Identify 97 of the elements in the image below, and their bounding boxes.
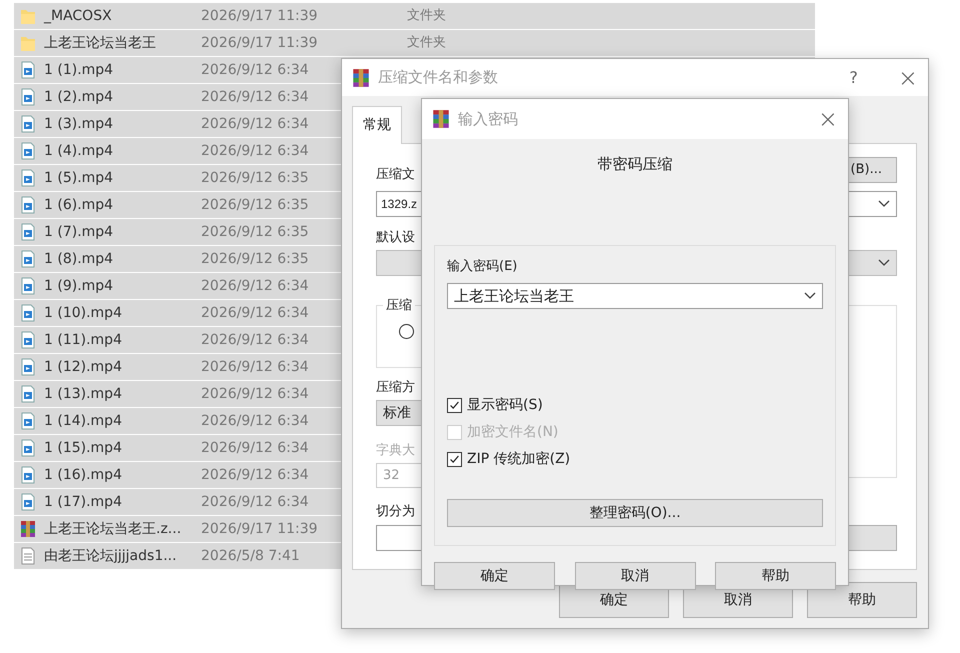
field-label: 压缩文 [376,167,415,183]
checkbox-label: ZIP 传统加密(Z) [467,450,570,469]
video-file-icon [20,385,36,403]
window-title: 输入密码 [458,108,518,130]
video-file-icon [20,88,36,106]
organize-button[interactable]: 整理密码(O)... [447,499,823,527]
file-date: 2026/9/17 11:39 [201,520,318,536]
file-name: 1 (1).mp4 [44,60,114,80]
video-file-icon [20,61,36,79]
file-date: 2026/9/12 6:35 [201,170,309,186]
video-file-icon [20,115,36,133]
window-title: 压缩文件名和参数 [378,67,498,88]
file-name: 1 (7).mp4 [44,222,114,242]
file-date: 2026/9/12 6:34 [201,62,309,78]
video-file-icon [20,358,36,376]
file-name: _MACOSX [44,6,113,26]
file-row[interactable]: _MACOSX 2026/9/17 11:39 文件夹 [14,3,815,30]
video-file-icon [20,331,36,349]
field-label: 默认设 [376,230,415,246]
file-date: 2026/9/12 6:34 [201,304,309,320]
archive-icon [432,109,450,129]
dialog-button[interactable]: 取消 [574,562,696,590]
file-date: 2026/9/12 6:34 [201,142,309,158]
file-date: 2026/9/12 6:34 [201,358,309,374]
text-file-icon [20,547,36,565]
chevron-down-icon [878,259,890,267]
chevron-down-icon [804,292,816,300]
close-button[interactable]: × [898,66,918,90]
tab[interactable]: 常规 [352,106,402,144]
file-name: 1 (14).mp4 [44,412,123,430]
checkbox-label: 显示密码(S) [467,396,543,415]
video-file-icon [20,169,36,187]
archive-icon [20,520,36,538]
file-name: 1 (4).mp4 [44,142,114,160]
file-date: 2026/9/12 6:34 [201,332,309,348]
field-label: 压缩方 [376,380,415,396]
file-date: 2026/9/12 6:34 [201,412,309,428]
file-date: 2026/9/12 6:34 [201,466,309,482]
video-file-icon [20,277,36,295]
chevron-down-icon [878,200,890,208]
file-name: 1 (6).mp4 [44,196,114,214]
file-name: 1 (9).mp4 [44,276,114,296]
video-file-icon [20,466,36,484]
field-label: 切分为 [376,504,415,520]
file-date: 2026/9/12 6:34 [201,386,309,402]
dialog-button[interactable]: 帮助 [715,562,836,590]
file-name: 1 (15).mp4 [44,438,123,458]
video-file-icon [20,304,36,322]
file-name: 上老王论坛当老王 [44,34,157,52]
dialog-heading: 带密码压缩 [596,155,674,173]
file-date: 2026/9/17 11:39 [201,34,318,50]
file-date: 2026/9/12 6:34 [201,440,309,456]
file-date: 2026/9/12 6:34 [201,494,309,510]
file-name: 1 (11).mp4 [44,330,123,350]
video-file-icon [20,196,36,214]
file-name: 上老王论坛当老王.z... [44,520,182,538]
checkbox[interactable] [447,452,462,467]
dialog-button[interactable]: 确定 [434,562,555,590]
file-type: 文件夹 [407,34,446,52]
checkbox[interactable] [447,398,462,413]
file-type: 文件夹 [407,7,446,26]
video-file-icon [20,493,36,511]
file-date: 2026/9/12 6:34 [201,88,309,104]
archive-icon [352,68,370,88]
file-name: 1 (2).mp4 [44,88,114,106]
dialog-button[interactable]: 帮助 [807,582,917,618]
file-date: 2026/9/12 6:35 [201,224,309,240]
file-name: 1 (10).mp4 [44,304,123,322]
file-row[interactable]: 上老王论坛当老王 2026/9/17 11:39 文件夹 [14,30,815,57]
file-name: 1 (3).mp4 [44,114,114,134]
password-field[interactable]: 上老王论坛当老王 [447,283,823,309]
video-file-icon [20,223,36,241]
field-label: 输入密码(E) [447,259,518,275]
video-file-icon [20,250,36,268]
file-name: 由老王论坛jjjjads1... [44,546,178,566]
file-date: 2026/9/12 6:35 [201,250,309,266]
file-date: 2026/9/12 6:34 [201,116,309,132]
file-name: 1 (13).mp4 [44,384,123,404]
close-button[interactable]: × [818,107,838,131]
file-name: 1 (16).mp4 [44,466,123,484]
file-name: 1 (17).mp4 [44,492,123,512]
help-button[interactable]: ? [849,66,858,90]
file-date: 2026/9/12 6:35 [201,196,309,212]
file-date: 2026/9/17 11:39 [201,8,318,24]
file-name: 1 (5).mp4 [44,168,114,188]
file-name: 1 (12).mp4 [44,358,123,376]
checkbox-label: 加密文件名(N) [467,423,558,442]
folder-icon [20,34,36,52]
radio-button[interactable] [399,324,414,339]
file-date: 2026/5/8 7:41 [201,548,300,564]
file-name: 1 (8).mp4 [44,250,114,268]
video-file-icon [20,142,36,160]
video-file-icon [20,439,36,457]
folder-icon [20,7,36,25]
file-date: 2026/9/12 6:34 [201,278,309,294]
field-label: 字典大 [376,443,415,459]
video-file-icon [20,412,36,430]
